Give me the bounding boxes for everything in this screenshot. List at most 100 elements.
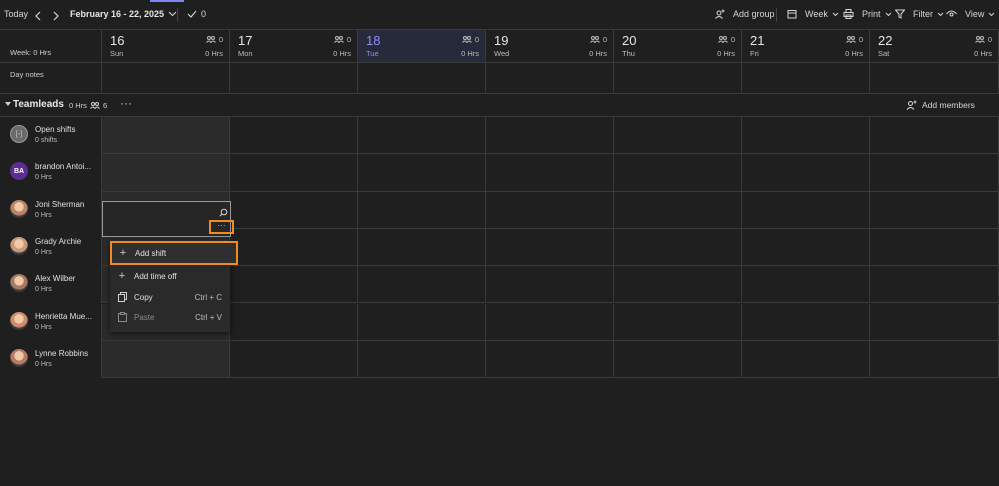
requests-count: 0: [201, 9, 207, 19]
paste-menu-item[interactable]: Paste Ctrl + V: [110, 307, 230, 327]
add-group-label: Add group: [733, 9, 775, 19]
day-count-value: 0: [474, 35, 479, 44]
shift-cell[interactable]: [742, 154, 870, 192]
plus-icon: +: [119, 247, 127, 259]
add-time-off-menu-item[interactable]: + Add time off: [110, 266, 230, 286]
member-row[interactable]: [-] Open shifts 0 shifts: [0, 117, 102, 155]
shift-cell[interactable]: [230, 117, 358, 155]
shift-cell[interactable]: [870, 154, 999, 192]
shift-cell[interactable]: [102, 340, 230, 379]
shift-cell[interactable]: [742, 266, 870, 304]
shift-cell[interactable]: [230, 228, 358, 267]
prev-week-button[interactable]: [34, 11, 42, 21]
requests-button[interactable]: 0: [187, 9, 206, 19]
shift-cell[interactable]: [870, 266, 999, 304]
shift-cell[interactable]: [742, 191, 870, 229]
shift-cell[interactable]: [614, 303, 742, 341]
shift-cell[interactable]: [230, 191, 358, 229]
shift-cell[interactable]: [230, 340, 358, 379]
shift-cell[interactable]: [614, 191, 742, 229]
member-name: brandon Antoi...: [35, 162, 92, 172]
member-row[interactable]: Alex Wilber 0 Hrs: [0, 266, 102, 304]
print-button[interactable]: Print: [843, 9, 892, 19]
member-row[interactable]: Henrietta Mue... 0 Hrs: [0, 303, 102, 341]
day-header-4[interactable]: 20 Thu 0 0 Hrs: [614, 30, 742, 63]
view-button[interactable]: View: [946, 9, 995, 19]
day-count-value: 0: [858, 35, 863, 44]
shift-cell[interactable]: [742, 117, 870, 155]
member-row[interactable]: Joni Sherman 0 Hrs: [0, 191, 102, 229]
next-week-button[interactable]: [52, 11, 60, 21]
copy-menu-item[interactable]: Copy Ctrl + C: [110, 287, 230, 307]
paste-icon: [110, 312, 134, 322]
people-icon: [845, 36, 856, 43]
day-number: 16: [110, 33, 125, 48]
shift-cell[interactable]: [358, 303, 486, 341]
day-note-cell[interactable]: [742, 63, 870, 94]
date-range-picker[interactable]: February 16 - 22, 2025: [70, 9, 177, 19]
shift-cell[interactable]: [486, 154, 614, 192]
shift-cell[interactable]: [742, 228, 870, 267]
shift-cell[interactable]: [486, 340, 614, 379]
day-header-0[interactable]: 16 Sun 0 0 Hrs: [102, 30, 230, 63]
printer-icon: [843, 9, 854, 19]
member-hours: 0 Hrs: [35, 323, 52, 331]
shift-cell[interactable]: [486, 117, 614, 155]
shift-cell[interactable]: [870, 303, 999, 341]
day-header-6[interactable]: 22 Sat 0 0 Hrs: [870, 30, 999, 63]
shift-cell[interactable]: [742, 303, 870, 341]
day-note-cell[interactable]: [358, 63, 486, 94]
weekday-label: Fri: [750, 49, 759, 58]
shift-cell[interactable]: [870, 117, 999, 155]
zoom-in-icon[interactable]: [219, 208, 228, 219]
shift-cell[interactable]: [102, 117, 230, 155]
day-header-2[interactable]: 18 Tue 0 0 Hrs: [358, 30, 486, 63]
cell-more-options-button[interactable]: ···: [209, 220, 234, 234]
shift-cell[interactable]: [358, 117, 486, 155]
shift-cell[interactable]: [358, 340, 486, 379]
shift-cell[interactable]: [614, 117, 742, 155]
day-note-cell[interactable]: [486, 63, 614, 94]
shift-cell[interactable]: [230, 154, 358, 192]
shift-cell[interactable]: [614, 228, 742, 267]
day-header-1[interactable]: 17 Mon 0 0 Hrs: [230, 30, 358, 63]
shift-cell[interactable]: [870, 340, 999, 379]
member-row[interactable]: Grady Archie 0 Hrs: [0, 228, 102, 267]
shift-cell[interactable]: [614, 154, 742, 192]
day-header-3[interactable]: 19 Wed 0 0 Hrs: [486, 30, 614, 63]
day-note-cell[interactable]: [870, 63, 999, 94]
shift-cell[interactable]: [358, 228, 486, 267]
shift-cell[interactable]: [614, 266, 742, 304]
shift-cell[interactable]: [486, 303, 614, 341]
day-number: 22: [878, 33, 893, 48]
add-shift-menu-item[interactable]: + Add shift: [110, 241, 238, 265]
shift-cell[interactable]: [870, 228, 999, 267]
group-more-options-button[interactable]: ···: [120, 96, 132, 110]
day-note-cell[interactable]: [614, 63, 742, 94]
member-row[interactable]: Lynne Robbins 0 Hrs: [0, 340, 102, 379]
group-member-count: 6: [90, 101, 107, 110]
collapse-caret-icon[interactable]: [5, 102, 11, 106]
filter-button[interactable]: Filter: [895, 9, 944, 19]
shift-cell[interactable]: [742, 340, 870, 379]
shift-cell[interactable]: [102, 154, 230, 192]
day-header-5[interactable]: 21 Fri 0 0 Hrs: [742, 30, 870, 63]
day-note-cell[interactable]: [230, 63, 358, 94]
shift-cell[interactable]: [358, 154, 486, 192]
shift-cell[interactable]: [230, 266, 358, 304]
shift-cell[interactable]: [230, 303, 358, 341]
shift-cell[interactable]: [486, 266, 614, 304]
shift-cell[interactable]: [358, 191, 486, 229]
shift-cell[interactable]: [486, 191, 614, 229]
today-button[interactable]: Today: [4, 9, 28, 19]
shift-cell[interactable]: [614, 340, 742, 379]
add-members-button[interactable]: Add members: [906, 100, 975, 110]
add-group-button[interactable]: Add group: [714, 9, 775, 19]
week-view-button[interactable]: Week: [787, 9, 839, 19]
day-note-cell[interactable]: [102, 63, 230, 94]
shift-cell[interactable]: [870, 191, 999, 229]
member-row[interactable]: BA brandon Antoi... 0 Hrs: [0, 154, 102, 192]
shift-cell[interactable]: [358, 266, 486, 304]
shift-cell[interactable]: [486, 228, 614, 267]
day-notes-header: Day notes: [0, 63, 102, 94]
